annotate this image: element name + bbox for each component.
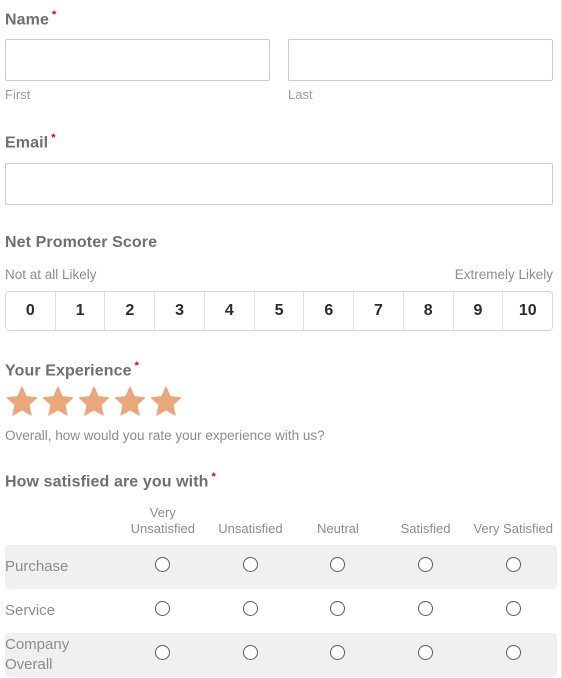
name-label-text: Name (5, 11, 49, 29)
matrix-row-label: Purchase (5, 545, 119, 590)
email-input-wrapper (5, 162, 553, 205)
matrix-radio-cell[interactable] (119, 545, 207, 590)
matrix-corner-cell (5, 505, 119, 545)
matrix-radio-cell[interactable] (206, 545, 295, 590)
satisfaction-field-group: How satisfied are you with * Very Unsatis… (5, 468, 557, 678)
nps-option-4[interactable]: 4 (204, 291, 255, 330)
radio-button[interactable] (418, 645, 434, 661)
nps-option-0[interactable]: 0 (6, 291, 56, 330)
matrix-radio-cell[interactable] (207, 589, 295, 633)
email-input[interactable] (5, 162, 553, 205)
email-label-text: Email (5, 134, 49, 152)
nps-option-10[interactable]: 10 (503, 291, 552, 330)
matrix-row-label: Company Overall (5, 633, 119, 678)
radio-button[interactable] (330, 645, 346, 661)
matrix-column-header: Neutral (317, 521, 359, 537)
nps-option-3[interactable]: 3 (155, 291, 205, 330)
matrix-radio-cell[interactable] (119, 589, 207, 633)
radio-button[interactable] (242, 557, 258, 573)
matrix-radio-cell[interactable] (294, 589, 382, 633)
nps-option-1[interactable]: 1 (55, 291, 106, 330)
email-field-group: Email * (5, 129, 553, 205)
first-name-sublabel: First (5, 87, 31, 103)
nps-option-6[interactable]: 6 (304, 291, 355, 330)
matrix-header-row: Very Unsatisfied Unsatisfied Neutral Satisf… (5, 505, 557, 545)
radio-button[interactable] (505, 645, 521, 661)
star-icon[interactable] (148, 384, 184, 418)
star-icon[interactable] (112, 384, 148, 418)
matrix-radio-cell[interactable] (206, 633, 295, 678)
satisfaction-required-asterisk: * (211, 470, 216, 483)
nps-option-5[interactable]: 5 (254, 291, 305, 330)
matrix-radio-cell[interactable] (381, 545, 470, 590)
satisfaction-label-text: How satisfied are you with (5, 473, 209, 491)
nps-high-anchor: Extremely Likely (454, 266, 553, 282)
experience-label: Your Experience * (5, 357, 553, 380)
matrix-column-header: Satisfied (400, 521, 451, 537)
matrix-radio-cell[interactable] (469, 633, 557, 678)
experience-field-group: Your Experience * Overall, how would you … (5, 357, 553, 444)
radio-button[interactable] (505, 601, 521, 617)
radio-button[interactable] (330, 601, 346, 617)
matrix-header: Very Unsatisfied Unsatisfied Neutral Satisf… (5, 505, 557, 545)
radio-button[interactable] (155, 557, 171, 573)
first-name-input[interactable] (5, 39, 270, 82)
nps-low-anchor: Not at all Likely (5, 266, 97, 282)
radio-button[interactable] (155, 601, 171, 617)
nps-label: Net Promoter Score (5, 233, 158, 251)
matrix-radio-cell[interactable] (294, 633, 382, 678)
satisfaction-label: How satisfied are you with * (5, 468, 553, 491)
radio-button[interactable] (330, 557, 346, 573)
star-icon[interactable] (4, 384, 40, 418)
last-name-input[interactable] (288, 39, 553, 82)
satisfaction-matrix: Very Unsatisfied Unsatisfied Neutral Satisf… (5, 505, 557, 678)
last-name-sublabel: Last (288, 87, 313, 103)
matrix-radio-cell[interactable] (119, 633, 207, 678)
nps-option-8[interactable]: 8 (403, 291, 454, 330)
email-label: Email * (5, 129, 553, 152)
radio-button[interactable] (505, 557, 521, 573)
first-name-column: First (5, 39, 270, 102)
matrix-radio-cell[interactable] (294, 545, 382, 590)
matrix-row: Service (5, 589, 557, 633)
radio-button[interactable] (242, 601, 258, 617)
matrix-radio-cell[interactable] (469, 589, 557, 633)
experience-help-text: Overall, how would you rate your experie… (5, 427, 325, 443)
matrix-column-header: Unsatisfied (218, 521, 283, 537)
last-name-column: Last (288, 39, 553, 102)
experience-label-text: Your Experience (5, 361, 132, 379)
nps-option-9[interactable]: 9 (453, 291, 504, 330)
matrix-column-header: Very Unsatisfied (130, 505, 195, 537)
star-rating[interactable] (4, 384, 553, 418)
name-inputs-row: First Last (5, 39, 553, 102)
radio-button[interactable] (155, 645, 171, 661)
email-required-asterisk: * (51, 132, 56, 145)
matrix-row-label: Service (5, 602, 56, 620)
nps-field-group: Net Promoter Score Not at all Likely Ext… (5, 234, 553, 331)
radio-button[interactable] (418, 557, 434, 573)
name-required-asterisk: * (51, 9, 57, 21)
nps-option-2[interactable]: 2 (105, 291, 156, 330)
matrix-row: Purchase (5, 545, 557, 590)
matrix-radio-cell[interactable] (469, 545, 557, 590)
name-column-spacer (270, 39, 288, 102)
star-icon[interactable] (76, 384, 112, 418)
name-field-group: Name * First Last (5, 6, 553, 102)
matrix-row: Company Overall (5, 633, 557, 678)
nps-option-7[interactable]: 7 (354, 291, 404, 330)
matrix-radio-cell[interactable] (382, 589, 470, 633)
matrix-body: Purchase Service Company Overall (5, 545, 557, 678)
survey-form-page: Name * First Last Email * Net Promoter S… (0, 0, 562, 678)
radio-button[interactable] (242, 645, 258, 661)
name-label: Name * (5, 6, 553, 29)
star-icon[interactable] (40, 384, 76, 418)
experience-required-asterisk: * (134, 359, 139, 372)
survey-form: Name * First Last Email * Net Promoter S… (0, 6, 558, 678)
matrix-column-header: Very Satisfied (473, 521, 553, 537)
radio-button[interactable] (418, 601, 434, 617)
matrix-radio-cell[interactable] (381, 633, 470, 678)
nps-scale[interactable]: 0 1 2 3 4 5 6 7 8 9 10 (5, 290, 553, 331)
nps-anchor-labels: Not at all Likely Extremely Likely (5, 267, 553, 283)
